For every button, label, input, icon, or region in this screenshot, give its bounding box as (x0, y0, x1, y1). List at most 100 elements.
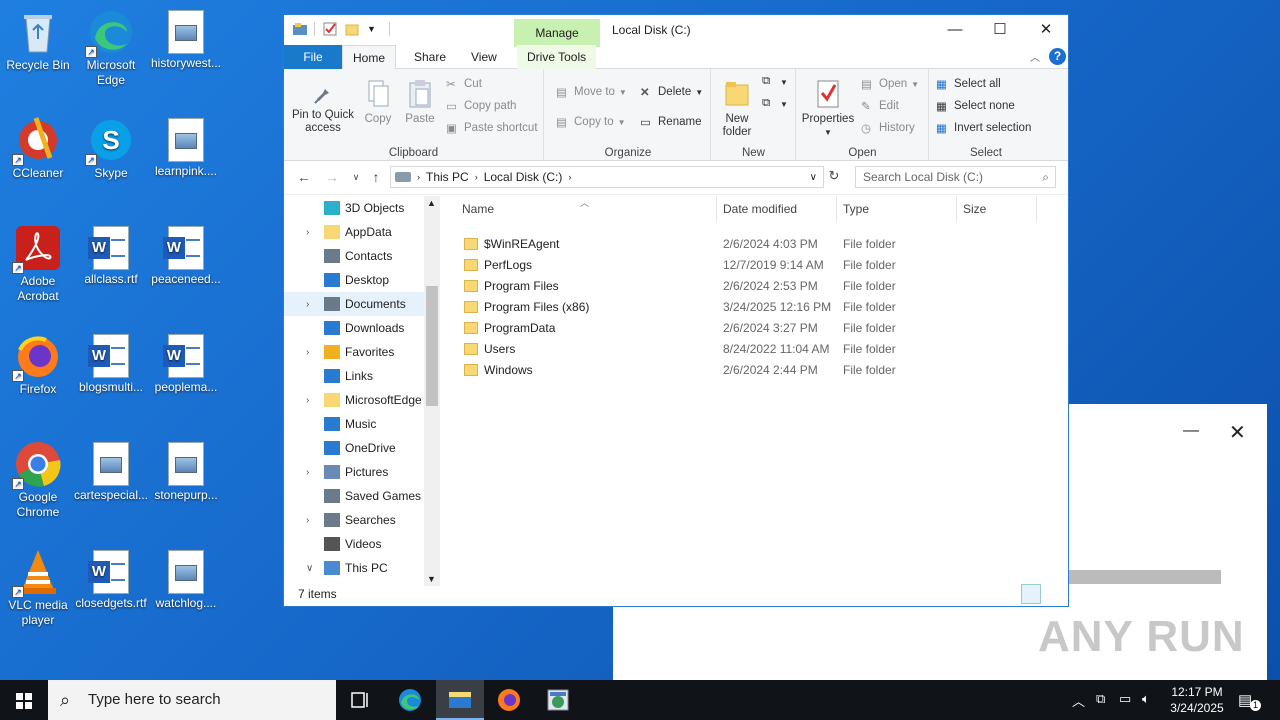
volume-icon[interactable]: 🔈︎ (1142, 691, 1150, 707)
tab-share[interactable]: Share (404, 45, 456, 69)
nav-item-pictures[interactable]: › Pictures (284, 460, 440, 484)
select-all-button[interactable]: ▦ Select all (936, 77, 1001, 91)
chevron-up-icon[interactable]: ︿ (1030, 49, 1040, 64)
nav-item-searches[interactable]: › Searches (284, 508, 440, 532)
desktop-icon-adobe-acrobat[interactable]: ↗ Adobe Acrobat (0, 224, 76, 304)
nav-item-3d-objects[interactable]: 3D Objects (284, 196, 440, 220)
forward-arrow-icon[interactable]: → (324, 169, 340, 185)
start-button[interactable] (0, 680, 48, 720)
cut-button[interactable]: ✂ Cut (446, 77, 482, 91)
tab-home[interactable]: Home (342, 45, 397, 70)
tab-drive-tools[interactable]: Drive Tools (517, 45, 597, 69)
paste-shortcut-button[interactable]: ▣ Paste shortcut (446, 121, 538, 135)
nav-item-downloads[interactable]: Downloads (284, 316, 440, 340)
taskbar-edge[interactable] (386, 680, 434, 720)
desktop-icon-skype[interactable]: S ↗ Skype (73, 116, 149, 181)
maximize-icon[interactable]: ☐ (977, 15, 1023, 45)
move-to-button[interactable]: ▤ Move to ▼ (556, 85, 627, 99)
close-icon[interactable]: ✕ (1229, 420, 1246, 445)
desktop-icon-ccleaner[interactable]: ↗ CCleaner (0, 116, 76, 181)
chevron-up-icon[interactable]: ▲ (427, 198, 436, 208)
copy-to-button[interactable]: ▤ Copy to ▼ (556, 115, 626, 129)
desktop-icon-allclass-rtf[interactable]: W allclass.rtf (73, 224, 149, 287)
nav-item-saved-games[interactable]: Saved Games (284, 484, 440, 508)
refresh-icon[interactable]: ↻ (826, 168, 842, 184)
tab-view[interactable]: View (461, 45, 507, 69)
delete-button[interactable]: ✕ Delete ▼ (640, 85, 703, 99)
column-size[interactable]: Size (963, 202, 986, 216)
copy-button[interactable]: Copy (358, 79, 398, 126)
chevron-down-icon[interactable]: ∨ (810, 172, 817, 183)
column-type[interactable]: Type (843, 202, 869, 216)
search-input[interactable]: Search Local Disk (C:) ⌕ (855, 166, 1056, 188)
copy-path-button[interactable]: ▭ Copy path (446, 99, 516, 113)
taskbar-firefox[interactable] (485, 680, 533, 720)
scrollbar-thumb[interactable] (426, 286, 438, 406)
desktop-icon-stonepurp[interactable]: stonepurp... (148, 440, 224, 503)
nav-item-desktop[interactable]: Desktop (284, 268, 440, 292)
nav-item-music[interactable]: Music (284, 412, 440, 436)
task-view-button[interactable] (336, 680, 384, 720)
help-icon[interactable]: ? (1049, 48, 1066, 65)
desktop-icon-cartespecial[interactable]: cartespecial... (73, 440, 149, 503)
select-none-button[interactable]: ▦ Select none (936, 99, 1015, 113)
desktop-icon-peoplema[interactable]: W peoplema... (148, 332, 224, 395)
new-folder-button[interactable]: New folder (716, 79, 758, 139)
nav-item-appdata[interactable]: › AppData (284, 220, 440, 244)
table-row[interactable]: Program Files (x86) 3/24/2025 12:16 PM Fil… (450, 297, 1068, 318)
chevron-right-icon[interactable]: › (306, 299, 309, 310)
large-icons-view-icon[interactable] (1044, 584, 1064, 604)
desktop-icon-microsoft-edge[interactable]: ↗ Microsoft Edge (73, 8, 149, 88)
desktop-icon-recycle-bin[interactable]: Recycle Bin (0, 8, 76, 73)
nav-item-this-pc[interactable]: ∨ This PC (284, 556, 440, 580)
up-arrow-icon[interactable]: ↑ (368, 169, 384, 185)
details-view-icon[interactable] (1021, 584, 1041, 604)
close-icon[interactable]: ✕ (1023, 15, 1069, 45)
easy-access-button[interactable]: ⧉ ▼ (762, 97, 788, 111)
table-row[interactable]: $WinREAgent 2/6/2024 4:03 PM File folder (450, 234, 1068, 255)
tab-file[interactable]: File (284, 45, 342, 69)
paste-button[interactable]: Paste (400, 79, 440, 126)
clock[interactable]: 12:17 PM 3/24/2025 (1164, 684, 1230, 716)
chevron-down-icon[interactable]: ∨ (306, 563, 313, 574)
rename-button[interactable]: ▭ Rename (640, 115, 701, 129)
properties-qat-icon[interactable] (323, 22, 337, 36)
chevron-right-icon[interactable]: › (306, 395, 309, 406)
recent-locations-icon[interactable]: ∨ (348, 172, 364, 183)
chevron-down-icon[interactable]: ▼ (367, 22, 381, 36)
nav-scrollbar[interactable]: ▲ ▼ (424, 196, 440, 586)
chevron-right-icon[interactable]: › (306, 347, 309, 358)
desktop-icon-closedgets-rtf[interactable]: W closedgets.rtf (73, 548, 149, 611)
nav-item-onedrive[interactable]: OneDrive (284, 436, 440, 460)
table-row[interactable]: Windows 2/6/2024 2:44 PM File folder (450, 360, 1068, 381)
chevron-right-icon[interactable]: › (306, 515, 309, 526)
breadcrumb-this-pc[interactable]: This PC (426, 170, 469, 184)
desktop-icon-google-chrome[interactable]: ↗ Google Chrome (0, 440, 76, 520)
new-item-button[interactable]: ⧉ ▼ (762, 75, 788, 89)
desktop-icon-historywest[interactable]: historywest... (148, 8, 224, 71)
column-date-modified[interactable]: Date modified (723, 202, 797, 216)
desktop-icon-peaceneed[interactable]: W peaceneed... (148, 224, 224, 287)
desktop-icon-firefox[interactable]: ↗ Firefox (0, 332, 76, 397)
desktop-icon-vlc[interactable]: ↗ VLC media player (0, 548, 76, 628)
nav-item-links[interactable]: Links (284, 364, 440, 388)
minimize-icon[interactable]: — (932, 15, 978, 45)
new-folder-qat-icon[interactable] (345, 22, 359, 36)
taskbar-search-input[interactable]: ⌕ Type here to search (48, 680, 336, 720)
nav-item-contacts[interactable]: Contacts (284, 244, 440, 268)
history-button[interactable]: ◷ History (861, 121, 915, 135)
address-bar[interactable]: › This PC › Local Disk (C:) › ∨ (390, 166, 824, 188)
column-name[interactable]: Name (462, 202, 494, 216)
table-row[interactable]: ProgramData 2/6/2024 3:27 PM File folder (450, 318, 1068, 339)
open-button[interactable]: ▤ Open ▼ (861, 77, 919, 91)
desktop-icon-blogsmulti[interactable]: W blogsmulti... (73, 332, 149, 395)
chevron-down-icon[interactable]: ▼ (427, 574, 436, 584)
chevron-right-icon[interactable]: › (306, 227, 309, 238)
table-row[interactable]: PerfLogs 12/7/2019 9:14 AM File folder (450, 255, 1068, 276)
nav-item-videos[interactable]: Videos (284, 532, 440, 556)
network-icon[interactable]: ▭ (1119, 691, 1131, 707)
nav-item-microsoftedge[interactable]: › MicrosoftEdge (284, 388, 440, 412)
desktop-icon-watchlog[interactable]: watchlog.... (148, 548, 224, 611)
minimize-icon[interactable]: — (1183, 422, 1199, 440)
chevron-up-icon[interactable]: ︿ (1072, 691, 1085, 710)
